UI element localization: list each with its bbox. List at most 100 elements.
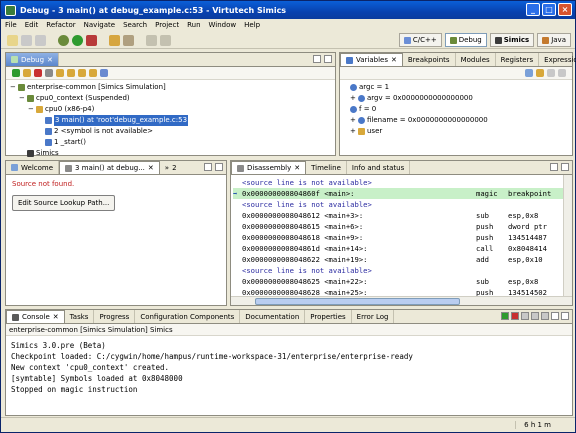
disassembly-line[interactable]: 0x000000000804861d <main+14>: call 0x80484… bbox=[233, 243, 572, 254]
pin-console-icon[interactable] bbox=[541, 312, 549, 320]
minimize-view-icon[interactable] bbox=[313, 55, 321, 63]
debug-tree-item[interactable]: − cpu0 (x86-p4) bbox=[10, 104, 331, 115]
disassembly-line[interactable]: 0x0000000008048625 <main+22>: sub esp,0x8 bbox=[233, 276, 572, 287]
tab-info-status[interactable]: Info and status bbox=[347, 161, 411, 174]
tab-debug[interactable]: Debug ✕ bbox=[6, 53, 59, 66]
source-line-marker[interactable]: <source line is not available> bbox=[233, 199, 572, 210]
run-console-icon[interactable] bbox=[501, 312, 509, 320]
minimize-button[interactable]: _ bbox=[526, 3, 540, 16]
menu-file[interactable]: File bbox=[5, 21, 17, 29]
maximize-view-icon[interactable] bbox=[561, 312, 569, 320]
disassembly-line[interactable]: ➡ 0x000000000804860f <main>: magic breakpoi… bbox=[233, 188, 572, 199]
tab-documentation[interactable]: Documentation bbox=[240, 310, 306, 323]
minimize-view-icon[interactable] bbox=[204, 163, 212, 171]
perspective-java[interactable]: Java bbox=[537, 33, 571, 47]
logical-structure-icon[interactable] bbox=[536, 69, 544, 77]
new-icon[interactable] bbox=[7, 34, 18, 46]
console-output[interactable]: Simics 3.0.pre (Beta) Checkpoint loaded: … bbox=[6, 336, 572, 399]
terminate-console-icon[interactable] bbox=[511, 312, 519, 320]
tab-configuration-components[interactable]: Configuration Components bbox=[135, 310, 241, 323]
tree-toggle[interactable]: − bbox=[28, 104, 34, 115]
disassembly-line[interactable]: 0x0000000008048612 <main+3>: sub esp,0x8 bbox=[233, 210, 572, 221]
disassembly-line[interactable]: 0x0000000008048615 <main+6>: push dword pt… bbox=[233, 221, 572, 232]
variable-row[interactable]: + filename = 0x0000000000000000 bbox=[350, 115, 568, 126]
variable-row[interactable]: + user bbox=[350, 126, 568, 137]
maximize-view-icon[interactable] bbox=[324, 55, 332, 63]
menu-refactor[interactable]: Refactor bbox=[46, 21, 75, 29]
tab-properties[interactable]: Properties bbox=[305, 310, 352, 323]
tab-timeline[interactable]: Timeline bbox=[306, 161, 347, 174]
menu-edit[interactable]: Edit bbox=[25, 21, 39, 29]
suspend-icon[interactable] bbox=[23, 69, 31, 77]
step-return-icon[interactable] bbox=[78, 69, 86, 77]
tab-main-source[interactable]: 3 main() at debug... ✕ bbox=[59, 161, 160, 174]
disassembly-line[interactable]: 0x0000000008048622 <main+19>: add esp,0x10 bbox=[233, 254, 572, 265]
tab-overflow[interactable]: » 2 bbox=[160, 161, 182, 174]
tab-tasks[interactable]: Tasks bbox=[65, 310, 95, 323]
scroll-thumb[interactable] bbox=[255, 298, 460, 305]
perspective-cpp[interactable]: C/C++ bbox=[398, 33, 442, 47]
back-icon[interactable] bbox=[146, 34, 157, 46]
tab-console[interactable]: Console ✕ bbox=[6, 310, 65, 323]
debug-icon[interactable] bbox=[58, 34, 69, 46]
variable-row[interactable]: + argv = 0x0000000000000000 bbox=[350, 93, 568, 104]
variable-row[interactable]: argc = 1 bbox=[350, 82, 568, 93]
show-type-icon[interactable] bbox=[525, 69, 533, 77]
disassembly-line[interactable]: 0x0000000008048618 <main+9>: push 13451448… bbox=[233, 232, 572, 243]
print-icon[interactable] bbox=[35, 34, 46, 46]
minimize-view-icon[interactable] bbox=[550, 163, 558, 171]
forward-icon[interactable] bbox=[160, 34, 171, 46]
menu-help[interactable]: Help bbox=[244, 21, 260, 29]
debug-tree-item[interactable]: − cpu0_context (Suspended) bbox=[10, 93, 331, 104]
open-type-icon[interactable] bbox=[109, 34, 120, 46]
maximize-view-icon[interactable] bbox=[215, 163, 223, 171]
debug-tree-item[interactable]: 3 main() at 'root'debug_example.c:53 bbox=[10, 115, 331, 126]
menu-project[interactable]: Project bbox=[155, 21, 179, 29]
step-over-icon[interactable] bbox=[67, 69, 75, 77]
tree-toggle[interactable]: − bbox=[10, 82, 16, 93]
menu-navigate[interactable]: Navigate bbox=[84, 21, 115, 29]
disassembly-horizontal-scrollbar[interactable] bbox=[231, 296, 572, 305]
external-tools-icon[interactable] bbox=[86, 34, 97, 46]
maximize-button[interactable]: □ bbox=[542, 3, 556, 16]
save-icon[interactable] bbox=[21, 34, 32, 46]
step-into-icon[interactable] bbox=[56, 69, 64, 77]
tab-modules[interactable]: Modules bbox=[456, 53, 496, 66]
debug-tree-item[interactable]: 1 _start() bbox=[10, 137, 331, 148]
tab-registers[interactable]: Registers bbox=[496, 53, 540, 66]
run-icon[interactable] bbox=[72, 34, 83, 46]
collapse-all-icon[interactable] bbox=[547, 69, 555, 77]
tab-breakpoints[interactable]: Breakpoints bbox=[403, 53, 456, 66]
debug-tree-item[interactable]: − enterprise-common [Simics Simulation] bbox=[10, 82, 331, 93]
edit-source-lookup-button[interactable]: Edit Source Lookup Path... bbox=[12, 195, 116, 211]
search-icon[interactable] bbox=[123, 34, 134, 46]
perspective-debug[interactable]: Debug bbox=[444, 33, 487, 47]
source-line-marker[interactable]: <source line is not available> bbox=[233, 265, 572, 276]
reverse-step-icon[interactable] bbox=[89, 69, 97, 77]
menu-window[interactable]: Window bbox=[209, 21, 237, 29]
perspective-simics[interactable]: Simics bbox=[489, 33, 535, 47]
menu-search[interactable]: Search bbox=[123, 21, 147, 29]
tab-progress[interactable]: Progress bbox=[94, 310, 136, 323]
terminate-icon[interactable] bbox=[34, 69, 42, 77]
disconnect-icon[interactable] bbox=[45, 69, 53, 77]
menu-run[interactable]: Run bbox=[187, 21, 200, 29]
maximize-view-icon[interactable] bbox=[561, 163, 569, 171]
clear-console-icon[interactable] bbox=[521, 312, 529, 320]
tab-expressions[interactable]: Expressions bbox=[539, 53, 576, 66]
debug-tree-item[interactable]: Simics bbox=[10, 148, 331, 159]
view-menu-icon[interactable] bbox=[558, 69, 566, 77]
close-button[interactable]: × bbox=[558, 3, 572, 16]
tree-toggle[interactable]: − bbox=[19, 93, 25, 104]
instruction-step-icon[interactable] bbox=[100, 69, 108, 77]
source-line-marker[interactable]: <source line is not available> bbox=[233, 177, 572, 188]
tab-error-log[interactable]: Error Log bbox=[352, 310, 395, 323]
disassembly-vertical-scrollbar[interactable] bbox=[563, 175, 572, 296]
tab-disassembly[interactable]: Disassembly ✕ bbox=[231, 161, 307, 174]
tab-variables[interactable]: Variables ✕ bbox=[340, 53, 403, 66]
variable-row[interactable]: f = 0 bbox=[350, 104, 568, 115]
debug-tree-item[interactable]: 2 <symbol is not available> bbox=[10, 126, 331, 137]
tab-welcome[interactable]: Welcome bbox=[6, 161, 60, 174]
resume-icon[interactable] bbox=[12, 69, 20, 77]
scroll-lock-icon[interactable] bbox=[531, 312, 539, 320]
